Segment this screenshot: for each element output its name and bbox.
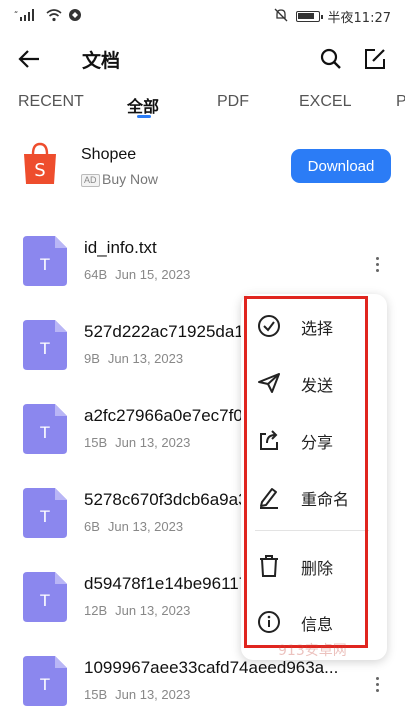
- menu-item-label: 选择: [301, 319, 334, 338]
- ad-title: Shopee: [81, 146, 137, 163]
- edit-square-icon: [365, 49, 385, 69]
- category-tabs: RECENT 全部 PDF EXCEL P: [0, 88, 405, 124]
- battery-fill: [297, 13, 314, 19]
- menu-item-send[interactable]: 发送: [241, 359, 387, 407]
- menu-item-label: 重命名: [301, 490, 350, 509]
- status-icons-left: “: [14, 7, 82, 26]
- tab-ppt[interactable]: P: [396, 93, 405, 111]
- file-date: Jun 15, 2023: [115, 267, 191, 282]
- send-icon: [258, 373, 280, 393]
- svg-text:T: T: [40, 255, 50, 274]
- menu-item-select[interactable]: 选择: [241, 302, 387, 350]
- mute-bell-icon: [274, 8, 288, 26]
- tab-pdf[interactable]: PDF: [217, 93, 249, 111]
- file-date: Jun 13, 2023: [107, 519, 184, 534]
- menu-item-delete[interactable]: 删除: [241, 542, 387, 590]
- tab-recent[interactable]: RECENT: [18, 93, 84, 111]
- file-size: 15B: [84, 687, 108, 702]
- text-file-icon: T: [23, 320, 67, 370]
- menu-divider: [255, 530, 369, 531]
- more-vertical-icon: [375, 256, 379, 260]
- download-button[interactable]: Download: [291, 149, 391, 183]
- file-name: 1099967aee33cafd74aeed963a...: [84, 658, 339, 677]
- page-title: 文档: [82, 50, 121, 72]
- shopee-bag-icon: S: [22, 142, 58, 186]
- file-size: 15B: [84, 435, 108, 450]
- text-file-icon: T: [23, 404, 67, 454]
- file-size: 64B: [84, 267, 108, 282]
- app-header: 文档: [0, 36, 405, 82]
- svg-text:S: S: [34, 160, 45, 181]
- status-bar: “ 半夜11:27: [0, 0, 405, 32]
- search-button[interactable]: [316, 44, 346, 74]
- ad-subtitle: Buy Now: [102, 171, 159, 187]
- wifi-icon: [46, 7, 62, 26]
- file-meta: 9B Jun 13, 2023: [84, 351, 183, 366]
- svg-text:T: T: [40, 423, 50, 442]
- more-options-button[interactable]: [368, 252, 386, 276]
- svg-text:“: “: [14, 10, 18, 19]
- file-meta: 64B Jun 15, 2023: [84, 267, 190, 282]
- file-name: id_info.txt: [84, 238, 157, 257]
- signal-icon: “: [14, 7, 40, 26]
- file-meta: 15B Jun 13, 2023: [84, 435, 190, 450]
- active-tab-indicator: [137, 115, 151, 118]
- menu-item-rename[interactable]: 重命名: [241, 473, 387, 521]
- file-context-menu: 选择 发送 分享 重命名 删除 信息: [241, 294, 387, 660]
- tab-excel[interactable]: EXCEL: [299, 93, 351, 111]
- file-date: Jun 13, 2023: [115, 435, 191, 450]
- info-icon: [258, 611, 280, 633]
- edit-button[interactable]: [360, 44, 390, 74]
- text-file-icon: T: [23, 236, 67, 286]
- file-date: Jun 13, 2023: [107, 351, 184, 366]
- watermark: 913安卓网: [278, 643, 347, 659]
- file-meta: 12B Jun 13, 2023: [84, 603, 190, 618]
- file-date: Jun 13, 2023: [115, 687, 191, 702]
- file-meta: 15B Jun 13, 2023: [84, 687, 190, 702]
- share-icon: [260, 430, 278, 450]
- more-vertical-icon: [375, 676, 379, 680]
- pencil-icon: [260, 488, 278, 509]
- tab-all[interactable]: 全部: [127, 93, 159, 117]
- file-date: Jun 13, 2023: [115, 603, 191, 618]
- file-size: 6B: [84, 519, 100, 534]
- more-options-button[interactable]: [368, 672, 386, 696]
- back-button[interactable]: [14, 44, 44, 74]
- file-size: 12B: [84, 603, 108, 618]
- arrow-left-icon: [18, 50, 39, 68]
- menu-item-info[interactable]: 信息: [241, 598, 387, 646]
- svg-text:T: T: [40, 675, 50, 694]
- menu-item-label: 分享: [301, 433, 334, 452]
- svg-text:T: T: [40, 339, 50, 358]
- file-list-item[interactable]: T 1099967aee33cafd74aeed963a... 15B Jun 1…: [0, 656, 405, 720]
- text-file-icon: T: [23, 656, 67, 706]
- text-file-icon: T: [23, 572, 67, 622]
- menu-item-label: 发送: [301, 376, 334, 395]
- ad-badge: AD: [81, 174, 100, 187]
- ad-banner[interactable]: S Shopee AD Buy Now Download: [0, 132, 405, 204]
- trash-icon: [260, 555, 278, 577]
- menu-item-share[interactable]: 分享: [241, 416, 387, 464]
- status-time: 半夜11:27: [327, 11, 391, 26]
- text-file-icon: T: [23, 488, 67, 538]
- menu-item-label: 信息: [301, 615, 334, 634]
- file-size: 9B: [84, 351, 100, 366]
- notification-app-icon: [68, 7, 82, 26]
- menu-item-label: 删除: [301, 559, 334, 578]
- battery-icon: [295, 11, 323, 22]
- svg-text:T: T: [40, 507, 50, 526]
- status-icons-right: 半夜11:27: [274, 7, 391, 26]
- svg-text:T: T: [40, 591, 50, 610]
- check-circle-icon: [258, 315, 280, 337]
- search-icon: [320, 48, 341, 69]
- file-meta: 6B Jun 13, 2023: [84, 519, 183, 534]
